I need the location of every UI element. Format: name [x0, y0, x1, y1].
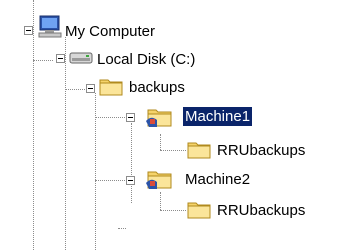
tree-node-label-rrubackups-2[interactable]: RRUbackups [215, 201, 307, 220]
collapse-toggle-machine1[interactable] [126, 113, 135, 122]
computer-icon [38, 15, 62, 38]
folder-tree: My Computer Local Disk (C:) backups Mach… [0, 0, 353, 250]
tree-connector-line [160, 134, 161, 150]
folder-icon [187, 202, 211, 219]
tree-connector-line [33, 60, 53, 61]
collapse-toggle-local-disk[interactable] [56, 54, 65, 63]
folder-icon [99, 79, 123, 96]
tree-connector-line [131, 123, 132, 203]
tree-connector-line [160, 192, 161, 210]
tree-connector-line [160, 210, 186, 211]
folder-icon [187, 142, 211, 159]
tree-node-label-local-disk[interactable]: Local Disk (C:) [95, 50, 197, 69]
tree-node-label-backups[interactable]: backups [127, 78, 187, 97]
tree-node-label-my-computer[interactable]: My Computer [63, 22, 157, 41]
tree-connector-line [65, 89, 85, 90]
tree-connector-line [95, 180, 125, 181]
tree-node-label-machine1[interactable]: Machine1 [183, 107, 253, 126]
shared-folder-icon [146, 109, 172, 127]
tree-node-label-machine2[interactable]: Machine2 [183, 170, 252, 189]
tree-node-label-rrubackups-1[interactable]: RRUbackups [215, 141, 307, 160]
collapse-toggle-machine2[interactable] [126, 176, 135, 185]
tree-connector-line [65, 37, 66, 250]
collapse-toggle-backups[interactable] [86, 84, 95, 93]
tree-connector-line [118, 228, 126, 229]
collapse-toggle-my-computer[interactable] [24, 26, 33, 35]
tree-connector-line [160, 150, 186, 151]
tree-connector-line [33, 0, 34, 250]
shared-folder-icon [146, 171, 172, 189]
tree-connector-line [95, 117, 125, 118]
hard-drive-icon [69, 52, 93, 64]
